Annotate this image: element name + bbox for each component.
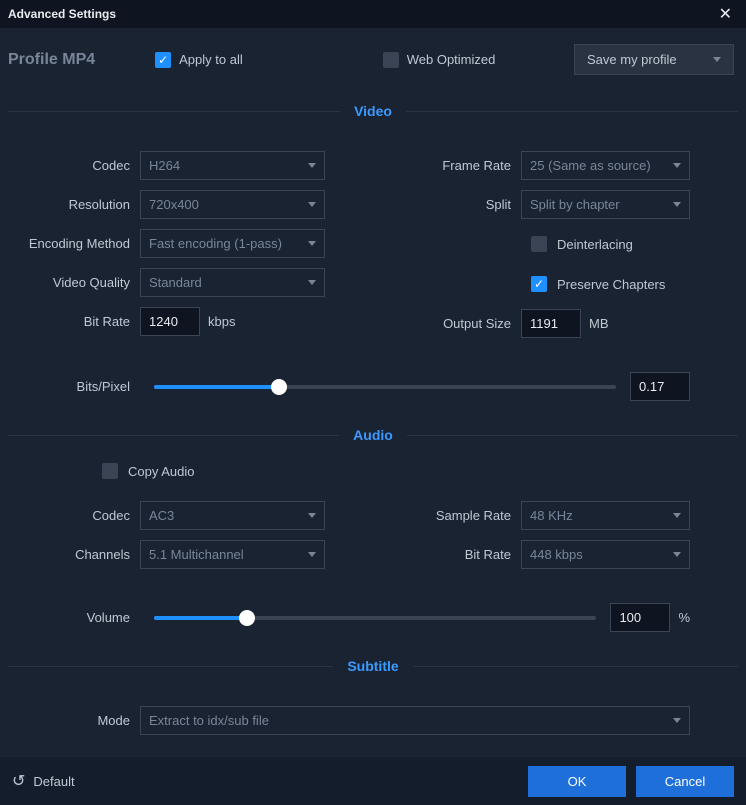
ok-button[interactable]: OK [528,766,626,797]
volume-row: Volume % [0,589,746,646]
checkmark-icon: ✓ [155,52,171,68]
output-size-label: Output Size [385,316,521,331]
chevron-down-icon [308,241,316,246]
resolution-select[interactable]: 720x400 [140,190,325,219]
split-select[interactable]: Split by chapter [521,190,690,219]
deinterlacing-checkbox[interactable] [531,236,547,252]
sample-rate-select[interactable]: 48 KHz [521,501,690,530]
preserve-chapters-checkbox[interactable]: ✓ [531,276,547,292]
chevron-down-icon [673,202,681,207]
subtitle-mode-select[interactable]: Extract to idx/sub file [140,706,690,735]
chevron-down-icon [673,513,681,518]
video-section-header: Video [0,91,746,131]
video-codec-select[interactable]: H264 [140,151,325,180]
volume-input[interactable] [610,603,670,632]
copy-audio-checkbox[interactable] [102,463,118,479]
chevron-down-icon [308,513,316,518]
window-title: Advanced Settings [8,7,116,21]
chevron-down-icon [308,280,316,285]
channels-select[interactable]: 5.1 Multichannel [140,540,325,569]
bitrate-unit: kbps [208,314,235,329]
output-size-input[interactable] [521,309,581,338]
audio-section-header: Audio [0,415,746,455]
encoding-method-select[interactable]: Fast encoding (1-pass) [140,229,325,258]
close-icon[interactable]: ✕ [713,2,738,26]
chevron-down-icon [308,552,316,557]
chevron-down-icon [308,202,316,207]
chevron-down-icon [308,163,316,168]
video-bitrate-input[interactable] [140,307,200,336]
audio-bitrate-select[interactable]: 448 kbps [521,540,690,569]
subtitle-form: Mode Extract to idx/sub file [0,686,746,755]
chevron-down-icon [713,57,721,62]
footer: ↺ Default OK Cancel [0,757,746,805]
volume-slider[interactable] [154,616,596,620]
checkbox-empty-icon [383,52,399,68]
copy-audio-label: Copy Audio [128,464,195,479]
apply-all-label: Apply to all [179,52,243,67]
quality-label: Video Quality [20,275,140,290]
codec-label: Codec [20,158,140,173]
sample-rate-label: Sample Rate [385,508,521,523]
reset-icon: ↺ [12,771,25,791]
bits-per-pixel-slider[interactable] [154,385,616,389]
web-optimized-label: Web Optimized [407,52,496,67]
audio-section-title: Audio [339,427,407,443]
volume-label: Volume [20,610,140,625]
chevron-down-icon [673,552,681,557]
preserve-chapters-label: Preserve Chapters [557,277,665,292]
framerate-label: Frame Rate [385,158,521,173]
header-row: Profile MP4 ✓ Apply to all Web Optimized… [0,28,746,91]
save-profile-label: Save my profile [587,52,677,67]
profile-label: Profile MP4 [8,51,95,69]
video-form: Codec H264 Resolution 720x400 Encoding M… [0,131,746,358]
chevron-down-icon [673,718,681,723]
default-label: Default [33,774,74,789]
slider-thumb[interactable] [239,610,255,626]
volume-unit: % [678,610,690,625]
apply-all-checkbox[interactable]: ✓ Apply to all [155,52,243,68]
subtitle-section-header: Subtitle [0,646,746,686]
titlebar: Advanced Settings ✕ [0,0,746,28]
audio-codec-label: Codec [20,508,140,523]
audio-bitrate-label: Bit Rate [385,547,521,562]
bits-per-pixel-row: Bits/Pixel [0,358,746,415]
bitrate-label: Bit Rate [20,314,140,329]
slider-thumb[interactable] [271,379,287,395]
framerate-select[interactable]: 25 (Same as source) [521,151,690,180]
video-section-title: Video [340,103,406,119]
subtitle-mode-label: Mode [20,713,140,728]
output-size-unit: MB [589,316,609,331]
save-profile-dropdown[interactable]: Save my profile [574,44,734,75]
deinterlacing-label: Deinterlacing [557,237,633,252]
video-quality-select[interactable]: Standard [140,268,325,297]
subtitle-section-title: Subtitle [333,658,412,674]
encoding-label: Encoding Method [20,236,140,251]
chevron-down-icon [673,163,681,168]
audio-codec-select[interactable]: AC3 [140,501,325,530]
web-optimized-checkbox[interactable]: Web Optimized [383,52,496,68]
audio-form: Codec AC3 Channels 5.1 Multichannel Samp… [0,491,746,589]
cancel-button[interactable]: Cancel [636,766,734,797]
resolution-label: Resolution [20,197,140,212]
bits-per-pixel-label: Bits/Pixel [20,379,140,394]
channels-label: Channels [20,547,140,562]
default-button[interactable]: ↺ Default [12,771,75,791]
bits-per-pixel-input[interactable] [630,372,690,401]
split-label: Split [385,197,521,212]
